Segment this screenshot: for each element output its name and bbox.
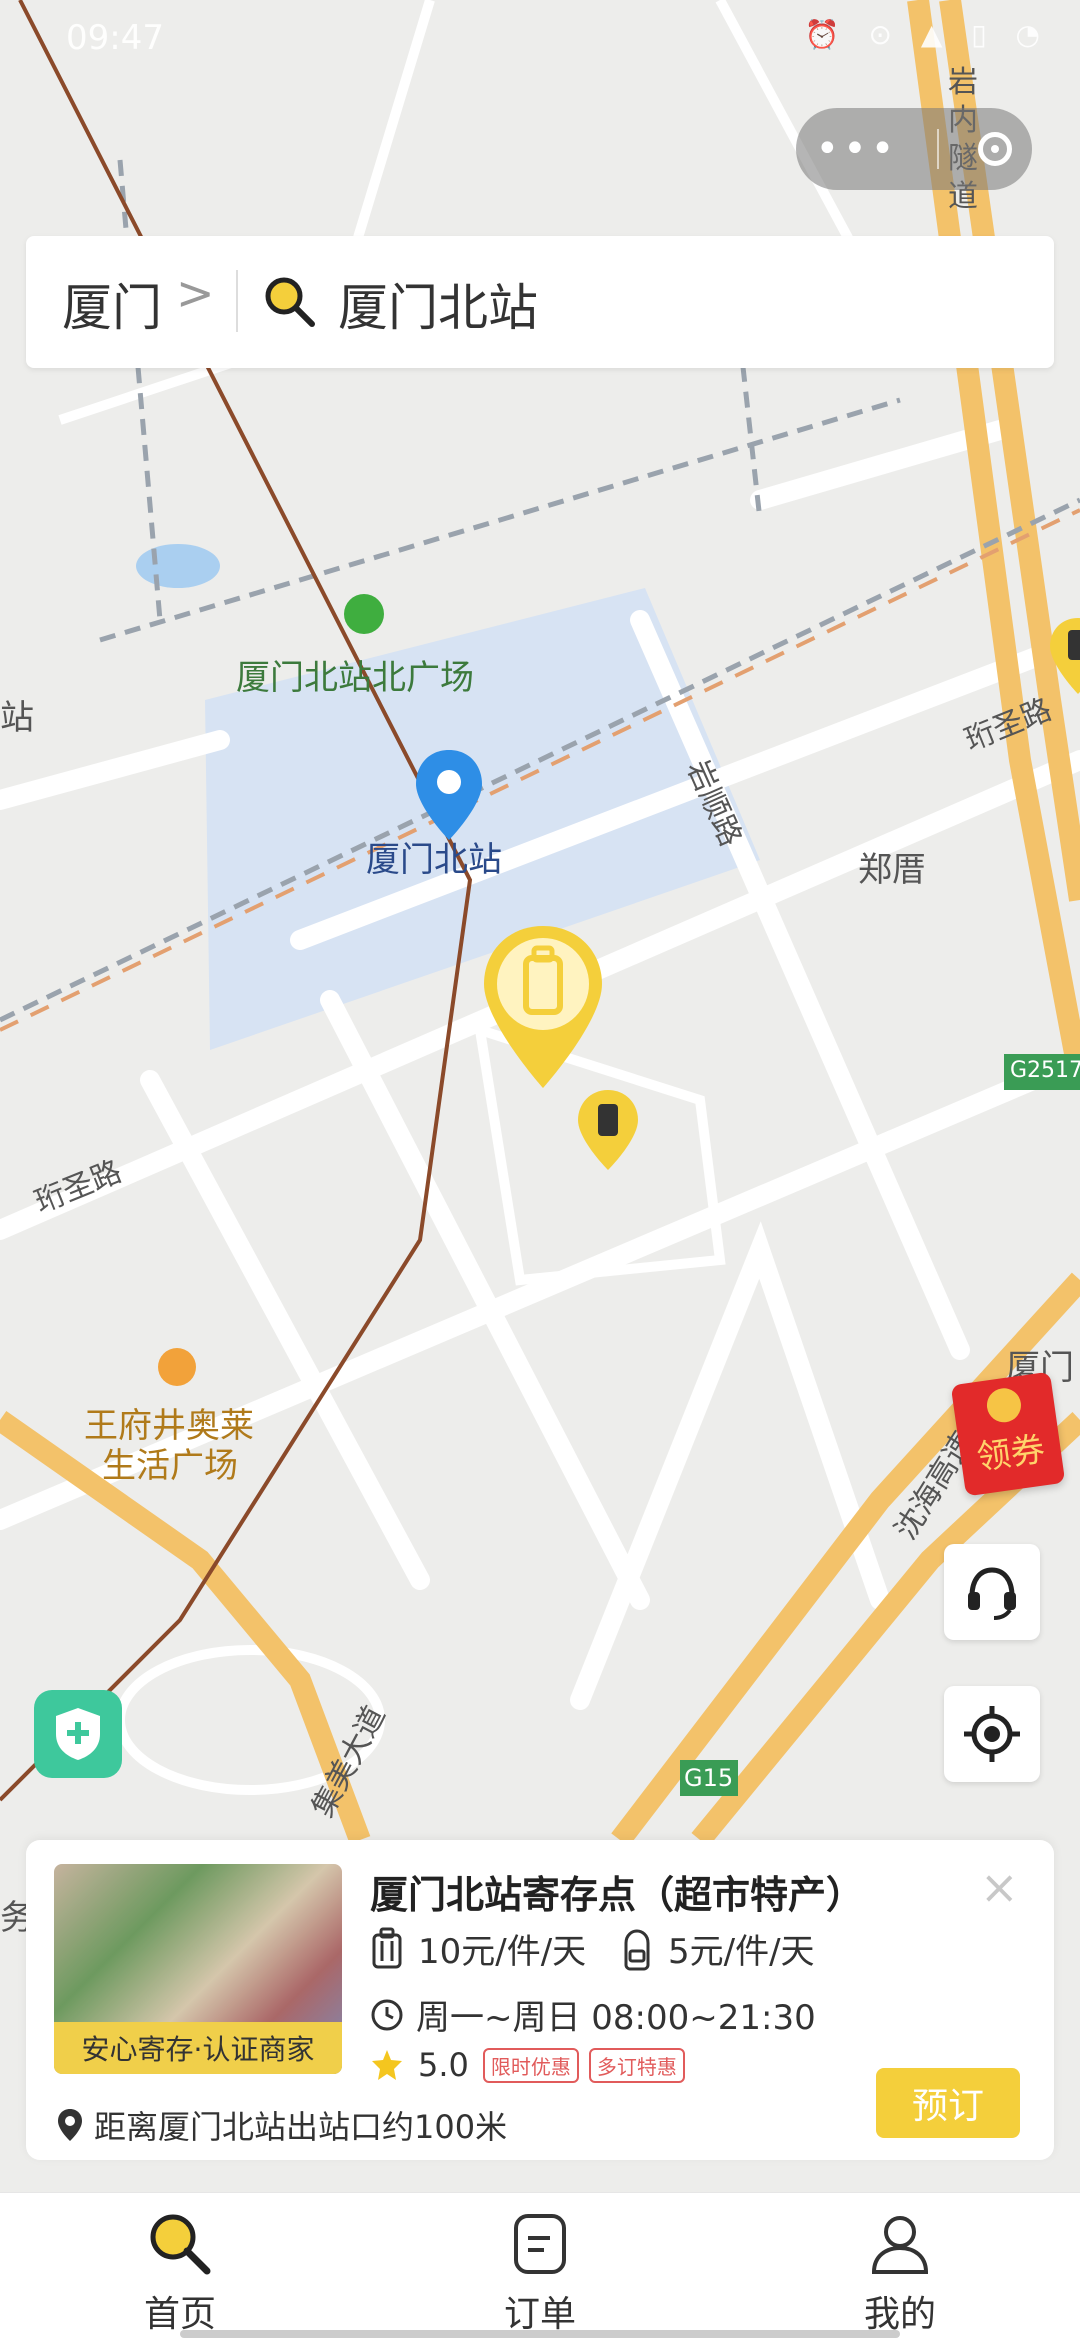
label-wangfujing-2: 生活广场 [102,1446,238,1486]
lake [136,544,220,588]
shield-icon [56,1708,100,1760]
price-large-text: 10元/件/天 [418,1932,587,1972]
storage-pin-selected-icon[interactable] [478,922,608,1092]
close-mini-program-icon[interactable] [978,132,1013,166]
mini-program-capsule: ••• [796,108,1032,190]
tab-home[interactable]: 首页 [0,2193,360,2341]
distance-info: 距离厦门北站出站口约100米 [56,2102,507,2148]
suitcase-icon [372,1927,402,1968]
storage-pin-icon[interactable] [576,1088,640,1172]
user-icon [865,2209,935,2279]
chevron-right-icon[interactable]: > [176,266,215,320]
storage-point-card[interactable]: 安心寄存·认证商家 厦门北站寄存点（超市特产） × 10元/件/天 5元/件/天… [26,1840,1054,2160]
customer-service-button[interactable] [944,1544,1040,1640]
search-bar: 厦门 > 厦门北站 [26,236,1054,368]
opening-hours-text: 周一~周日 08:00~21:30 [416,1998,816,2038]
label-g2517: G2517 [1010,1058,1080,1083]
storage-point-photo[interactable]: 安心寄存·认证商家 [54,1864,342,2074]
certified-badge: 安心寄存·认证商家 [54,2022,342,2074]
close-icon[interactable]: × [980,1860,1019,1914]
tab-orders[interactable]: 订单 [360,2193,720,2341]
home-indicator [180,2330,900,2338]
price-small-text: 5元/件/天 [668,1932,815,1972]
city-selector[interactable]: 厦门 [62,268,162,340]
more-menu-icon[interactable]: ••• [816,126,899,172]
location-pin-icon[interactable] [412,748,486,842]
price-small: 5元/件/天 [620,1924,815,1973]
book-button[interactable]: 预订 [876,2068,1020,2138]
rating-row: 5.0 限时优惠 多订特惠 [370,2046,685,2084]
search-icon [265,277,315,327]
opening-hours: 周一~周日 08:00~21:30 [370,1990,816,2039]
coupon-badge-icon [984,1386,1024,1425]
backpack-icon [624,1928,650,1970]
locate-icon [964,1706,1020,1762]
storage-point-title[interactable]: 厦门北站寄存点（超市特产） [370,1864,864,1919]
price-large: 10元/件/天 [370,1924,586,1973]
location-icon [58,2109,82,2141]
label-station-plaza: 厦门北站北广场 [236,658,474,698]
star-icon [372,2050,402,2080]
storage-pin-edge-icon[interactable] [1048,616,1080,696]
rating-value: 5.0 [418,2046,469,2084]
tree-icon [344,594,384,634]
safety-shield-button[interactable] [34,1690,122,1778]
tab-profile[interactable]: 我的 [720,2193,1080,2341]
capsule-divider [937,129,940,169]
status-bar: 09:47 ⏰ ⊙ ▲ ▯ ◔ [0,0,1080,80]
mall-icon [158,1348,196,1386]
search-divider [236,270,238,332]
tag-multi-order-offer: 多订特惠 [588,2047,685,2083]
status-time: 09:47 [66,18,164,58]
label-zhengcuo: 郑厝 [858,850,926,890]
label-left-edge-top: 站 [0,698,34,738]
search-icon [145,2209,215,2279]
locate-me-button[interactable] [944,1686,1040,1782]
coupon-button[interactable]: 领券 [950,1371,1066,1497]
label-g15: G15 [684,1764,734,1792]
distance-text: 距离厦门北站出站口约100米 [94,2108,508,2146]
search-input[interactable]: 厦门北站 [338,268,538,340]
tag-limited-offer: 限时优惠 [482,2047,579,2083]
tab-bar: 首页 订单 我的 [0,2192,1080,2341]
headset-icon [968,1567,1016,1620]
coupon-label: 领券 [974,1429,1048,1479]
clock-icon [371,1999,403,2030]
order-icon [505,2209,575,2279]
status-icons: ⏰ ⊙ ▲ ▯ ◔ [804,18,1050,51]
